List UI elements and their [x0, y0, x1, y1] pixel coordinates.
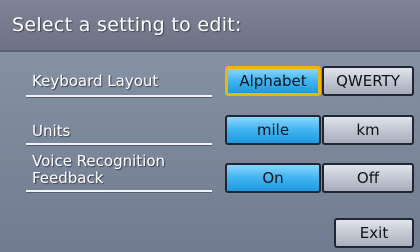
voice-feedback-on-button[interactable]: On — [225, 163, 321, 193]
units-underline — [26, 143, 212, 145]
settings-screen: Select a setting to edit: Keyboard Layou… — [0, 0, 420, 252]
voice-feedback-label-line1: Voice Recognition — [32, 152, 166, 170]
keyboard-layout-label: Keyboard Layout — [32, 72, 159, 90]
voice-feedback-off-button[interactable]: Off — [322, 163, 414, 193]
units-mile-button[interactable]: mile — [225, 115, 321, 145]
keyboard-alphabet-button[interactable]: Alphabet — [225, 66, 321, 96]
keyboard-layout-underline — [26, 95, 212, 97]
page-title: Select a setting to edit: — [12, 14, 242, 36]
units-km-button[interactable]: km — [322, 115, 414, 145]
voice-feedback-label-line2: Feedback — [32, 169, 104, 187]
voice-feedback-underline — [26, 190, 212, 192]
title-bar: Select a setting to edit: — [0, 0, 420, 52]
units-label: Units — [32, 122, 71, 140]
exit-button[interactable]: Exit — [334, 218, 414, 248]
keyboard-qwerty-button[interactable]: QWERTY — [322, 66, 414, 96]
